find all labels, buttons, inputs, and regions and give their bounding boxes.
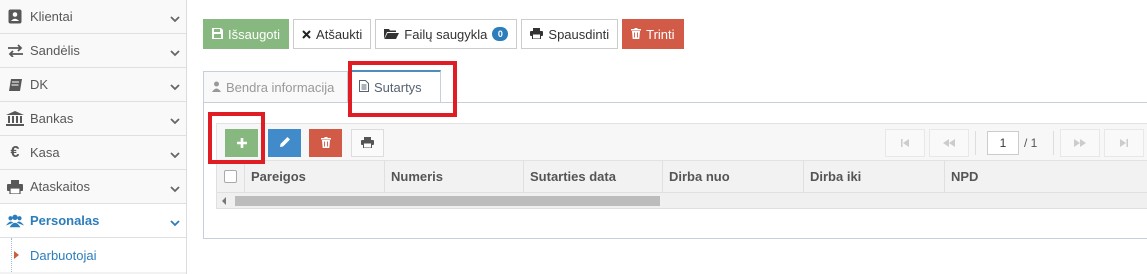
printer-icon xyxy=(361,136,374,151)
tab-label: Bendra informacija xyxy=(226,79,335,95)
pager-separator xyxy=(975,131,976,155)
floppy-disk-icon xyxy=(212,27,223,42)
euro-icon: € xyxy=(10,143,20,161)
scroll-left-arrow-icon[interactable] xyxy=(222,197,226,205)
first-page-button[interactable] xyxy=(885,129,925,157)
grid-toolbar: 1 / 1 xyxy=(216,123,1147,161)
print-button-label: Spausdinti xyxy=(548,26,610,42)
plus-icon xyxy=(236,136,247,151)
sidebar-item-label: Klientai xyxy=(30,9,73,24)
add-row-button[interactable] xyxy=(225,129,258,157)
cancel-button-label: Atšaukti xyxy=(316,26,363,42)
delete-button[interactable]: Trinti xyxy=(622,19,684,49)
trash-icon xyxy=(320,136,331,151)
sidebar-item-sandelis[interactable]: Sandėlis xyxy=(0,34,186,68)
bank-icon xyxy=(6,110,24,128)
next-page-button[interactable] xyxy=(1060,129,1101,157)
chevron-down-icon xyxy=(170,215,180,230)
sidebar: Klientai Sandėlis DK Bankas € Kasa Atask… xyxy=(0,0,187,274)
chevron-down-icon xyxy=(170,181,180,196)
chevron-down-icon xyxy=(170,147,180,162)
sidebar-subitem-label: Darbuotojai xyxy=(30,247,97,263)
delete-row-button[interactable] xyxy=(309,129,342,157)
column-header[interactable]: Dirba iki xyxy=(804,161,945,192)
file-storage-button[interactable]: Failų saugykla 0 xyxy=(375,19,518,49)
sidebar-item-personalas[interactable]: Personalas xyxy=(0,204,186,238)
tab-bar: Bendra informacija Sutartys xyxy=(203,70,441,103)
save-button[interactable]: Išsaugoti xyxy=(203,19,290,49)
printer-icon xyxy=(530,27,544,42)
document-icon xyxy=(359,79,369,95)
forward-icon xyxy=(1073,136,1087,151)
file-storage-button-label: Failų saugykla xyxy=(404,26,488,42)
last-page-button[interactable] xyxy=(1104,129,1145,157)
tree-line xyxy=(11,238,12,272)
pager: 1 / 1 xyxy=(885,129,1145,157)
column-header[interactable]: Dirba nuo xyxy=(663,161,804,192)
book-icon xyxy=(6,76,24,94)
print-grid-button[interactable] xyxy=(351,129,384,157)
backward-icon xyxy=(942,136,956,151)
pager-separator xyxy=(1053,131,1055,155)
page-number-input[interactable]: 1 xyxy=(987,131,1019,155)
user-card-icon xyxy=(6,8,24,26)
trash-icon xyxy=(631,27,642,42)
print-button[interactable]: Spausdinti xyxy=(521,19,619,49)
sidebar-item-label: DK xyxy=(30,77,49,92)
user-icon xyxy=(212,80,221,95)
chevron-down-icon xyxy=(170,113,180,128)
pencil-icon xyxy=(279,136,291,151)
sidebar-subitem-darbuotojai[interactable]: Darbuotojai xyxy=(0,238,186,272)
form-toolbar: Išsaugoti Atšaukti Failų saugykla 0 Spau… xyxy=(203,19,684,49)
sidebar-item-kasa[interactable]: € Kasa xyxy=(0,136,186,170)
column-header[interactable]: Numeris xyxy=(385,161,524,192)
sidebar-item-label: Sandėlis xyxy=(30,43,80,58)
column-header[interactable]: Sutarties data xyxy=(524,161,663,192)
users-icon xyxy=(6,212,24,230)
first-page-icon xyxy=(900,136,910,151)
edit-row-button[interactable] xyxy=(268,129,301,157)
close-icon xyxy=(302,27,311,42)
chevron-down-icon xyxy=(170,79,180,94)
chevron-down-icon xyxy=(170,45,180,60)
sidebar-item-label: Ataskaitos xyxy=(30,179,90,194)
sidebar-item-dk[interactable]: DK xyxy=(0,68,186,102)
select-all-checkbox[interactable] xyxy=(224,170,237,183)
printer-icon xyxy=(6,178,24,196)
exchange-arrows-icon xyxy=(6,42,24,60)
horizontal-scrollbar[interactable] xyxy=(216,193,1147,209)
sidebar-item-klientai[interactable]: Klientai xyxy=(0,0,186,34)
column-header[interactable]: Pareigos xyxy=(245,161,385,192)
file-count-badge: 0 xyxy=(492,27,509,41)
sidebar-item-label: Personalas xyxy=(30,213,100,228)
sidebar-item-label: Bankas xyxy=(30,111,74,126)
caret-right-icon xyxy=(14,251,19,259)
sidebar-item-label: Kasa xyxy=(30,145,60,160)
scrollbar-thumb[interactable] xyxy=(235,196,660,206)
sidebar-item-bankas[interactable]: Bankas xyxy=(0,102,186,136)
prev-page-button[interactable] xyxy=(929,129,969,157)
folder-open-icon xyxy=(384,27,400,42)
last-page-icon xyxy=(1119,136,1129,151)
delete-button-label: Trinti xyxy=(646,26,675,42)
tab-contracts[interactable]: Sutartys xyxy=(350,70,441,103)
tab-label: Sutartys xyxy=(374,79,422,95)
contracts-panel: 1 / 1 Pareigos Numeris Sutarties data Di… xyxy=(203,102,1147,239)
save-button-label: Išsaugoti xyxy=(228,26,281,42)
page-total: / 1 xyxy=(1024,136,1038,150)
sidebar-item-ataskaitos[interactable]: Ataskaitos xyxy=(0,170,186,204)
cancel-button[interactable]: Atšaukti xyxy=(293,19,372,49)
chevron-down-icon xyxy=(170,11,180,26)
column-header[interactable]: NPD xyxy=(945,161,1145,192)
select-all-column xyxy=(217,161,245,192)
grid-header: Pareigos Numeris Sutarties data Dirba nu… xyxy=(216,161,1147,193)
tab-general-info[interactable]: Bendra informacija xyxy=(203,71,348,103)
